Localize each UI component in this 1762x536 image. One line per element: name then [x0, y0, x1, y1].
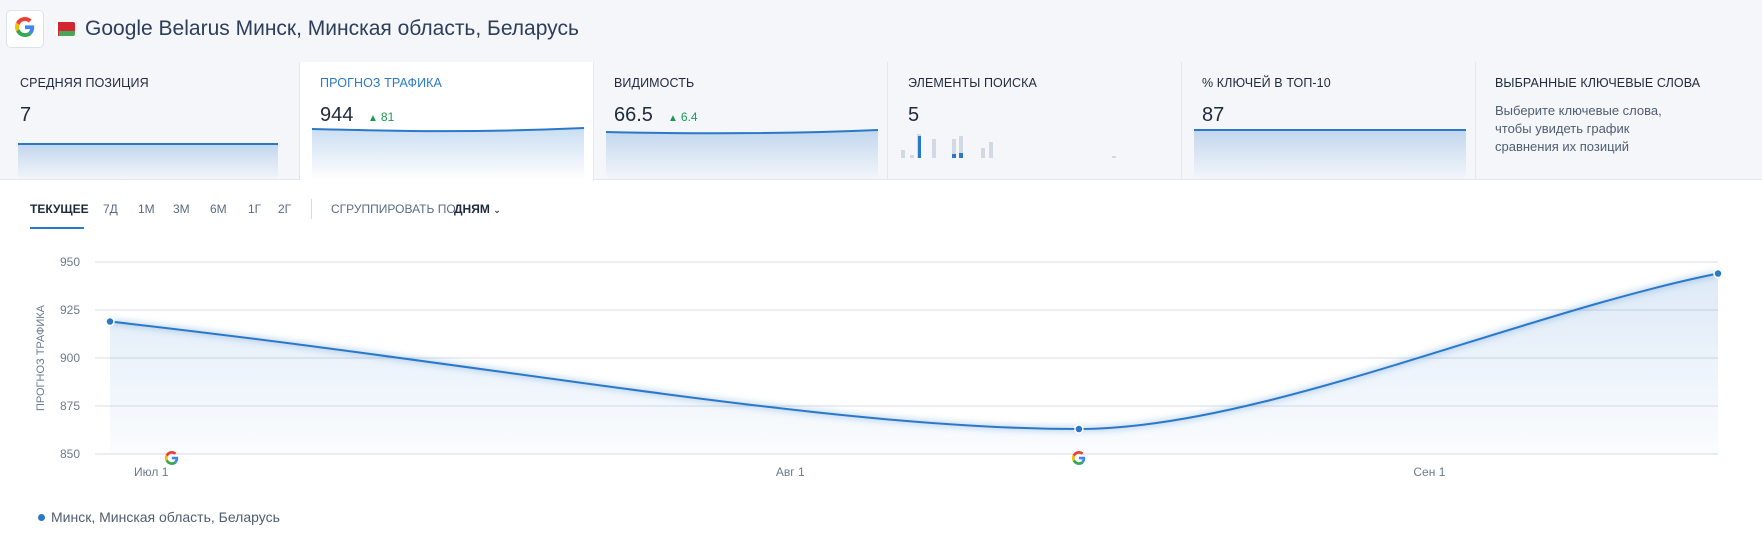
data-point: [105, 316, 115, 327]
card-delta: ▲ 6.4: [668, 110, 698, 124]
tab-2y[interactable]: 2Г: [278, 202, 291, 216]
page-title: Google Belarus Минск, Минская область, Б…: [85, 17, 579, 40]
arrow-up-icon: ▲: [668, 113, 678, 124]
card-label: ВЫБРАННЫЕ КЛЮЧЕВЫЕ СЛОВА: [1495, 76, 1701, 90]
sparkline: [312, 127, 584, 180]
legend-label: Минск, Минская область, Беларусь: [51, 509, 280, 525]
y-tick-label: 925: [60, 303, 80, 317]
x-tick-label: Июл 1: [134, 465, 169, 479]
tab-1m[interactable]: 1М: [138, 202, 155, 216]
card-search-elements[interactable]: ЭЛЕМЕНТЫ ПОИСКА 5: [888, 62, 1182, 180]
search-engine-button[interactable]: [6, 10, 44, 48]
sparkline-bars: [901, 134, 1116, 158]
chart-plot: 950 925 900 875 850 Июл 1 Авг 1 Сен 1 ПРОГНОЗ ТР…: [35, 255, 1723, 479]
y-axis-label: ПРОГНОЗ ТРАФИКА: [35, 304, 47, 411]
google-icon: [15, 16, 35, 42]
sparkline: [1194, 129, 1466, 180]
data-point: [1713, 268, 1723, 279]
y-tick-label: 950: [60, 255, 80, 269]
card-label: СРЕДНЯЯ ПОЗИЦИЯ: [20, 76, 149, 90]
sparkline: [606, 129, 878, 180]
legend-marker: [38, 513, 45, 521]
card-label: ВИДИМОСТЬ: [614, 76, 695, 90]
chart-toolbar: ТЕКУЩЕЕ 7Д 1М 3М 6М 1Г 2Г СГРУППИРОВАТЬ …: [0, 180, 1762, 232]
y-tick-label: 900: [60, 351, 80, 365]
group-by-label: СГРУППИРОВАТЬ ПО:: [331, 202, 459, 216]
active-tab-indicator: [30, 227, 84, 229]
card-traffic-forecast[interactable]: ПРОГНОЗ ТРАФИКА 944 ▲ 81: [300, 62, 594, 181]
group-by-value: ДНЯМ: [454, 202, 490, 216]
traffic-chart: 950 925 900 875 850 Июл 1 Авг 1 Сен 1 ПРОГНОЗ ТР…: [0, 232, 1762, 536]
metric-cards: СРЕДНЯЯ ПОЗИЦИЯ 7 ПРОГНОЗ ТРАФИКА 944 ▲ 8…: [0, 62, 1762, 181]
y-tick-label: 875: [60, 399, 80, 413]
divider: [311, 199, 312, 219]
x-tick-label: Сен 1: [1413, 465, 1445, 479]
tab-1y[interactable]: 1Г: [248, 202, 261, 216]
page-header: Google Belarus Минск, Минская область, Б…: [0, 0, 1762, 62]
card-visibility[interactable]: ВИДИМОСТЬ 66.5 ▲ 6.4: [594, 62, 888, 180]
belarus-flag-icon: [55, 22, 75, 36]
card-description: Выберите ключевые слова, чтобы увидеть г…: [1495, 103, 1662, 154]
arrow-up-icon: ▲: [368, 113, 378, 124]
tab-3m[interactable]: 3М: [173, 202, 190, 216]
tab-7d[interactable]: 7Д: [103, 202, 118, 216]
chevron-down-icon: ⌄: [493, 205, 501, 215]
tab-6m[interactable]: 6М: [210, 202, 227, 216]
chart-legend[interactable]: Минск, Минская область, Беларусь: [38, 509, 280, 525]
card-top10-keywords[interactable]: % КЛЮЧЕЙ В ТОП-10 87: [1182, 62, 1476, 180]
group-by-dropdown[interactable]: ДНЯМ ⌄: [454, 202, 501, 216]
y-tick-label: 850: [60, 447, 80, 461]
series-area: [110, 273, 1718, 454]
sparkline: [18, 143, 278, 180]
x-tick-label: Авг 1: [776, 465, 805, 479]
card-label: ЭЛЕМЕНТЫ ПОИСКА: [908, 76, 1037, 90]
card-delta: ▲ 81: [368, 110, 395, 124]
card-selected-keywords[interactable]: ВЫБРАННЫЕ КЛЮЧЕВЫЕ СЛОВА Выберите ключев…: [1476, 62, 1762, 180]
card-label: ПРОГНОЗ ТРАФИКА: [320, 76, 442, 90]
card-label: % КЛЮЧЕЙ В ТОП-10: [1202, 76, 1331, 90]
tab-current[interactable]: ТЕКУЩЕЕ: [30, 202, 89, 216]
card-average-position[interactable]: СРЕДНЯЯ ПОЗИЦИЯ 7: [0, 62, 300, 180]
data-point: [1074, 424, 1084, 434]
